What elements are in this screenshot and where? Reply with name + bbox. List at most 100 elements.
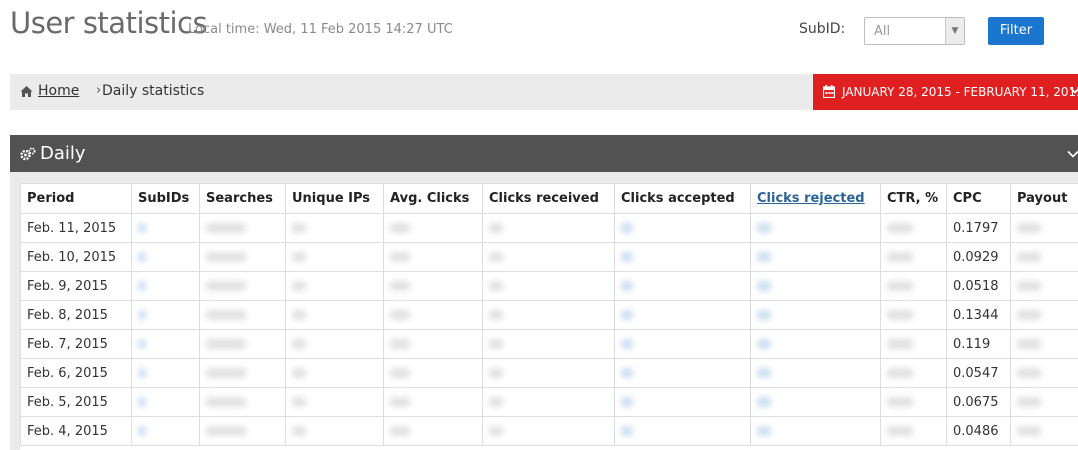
table-row: Feb. 9, 2015 0.0518	[20, 271, 1078, 301]
redacted-value	[757, 223, 771, 233]
redacted-value	[887, 281, 913, 291]
cell-redacted	[199, 271, 286, 301]
cell-redacted	[482, 271, 615, 301]
redacted-value	[292, 368, 306, 378]
cell-cpc: 0.0486	[946, 416, 1011, 446]
breadcrumb-current: Daily statistics	[102, 83, 205, 99]
redacted-value	[887, 310, 913, 320]
cell-redacted	[880, 242, 947, 272]
cell-redacted	[482, 300, 615, 330]
cell-redacted	[880, 358, 947, 388]
cell-payout-redacted	[1010, 329, 1078, 359]
cell-payout-redacted	[1010, 300, 1078, 330]
cell-redacted	[383, 300, 483, 330]
cell-redacted	[482, 387, 615, 417]
cell-cpc: 0.1344	[946, 300, 1011, 330]
redacted-value	[1017, 281, 1041, 291]
redacted-value	[621, 252, 633, 262]
cell-redacted	[285, 387, 384, 417]
redacted-value	[621, 397, 633, 407]
cell-redacted	[131, 329, 200, 359]
cell-redacted	[383, 271, 483, 301]
cell-redacted	[750, 271, 881, 301]
redacted-value	[489, 397, 503, 407]
calendar-icon	[823, 85, 835, 98]
redacted-value	[1017, 252, 1041, 262]
caret-down-icon: ▼	[945, 18, 964, 44]
cell-redacted	[880, 213, 947, 243]
redacted-value	[887, 252, 913, 262]
cell-redacted	[285, 271, 384, 301]
redacted-value	[757, 339, 771, 349]
date-range-picker[interactable]: JANUARY 28, 2015 - FEBRUARY 11, 2015	[813, 74, 1078, 110]
redacted-value	[621, 281, 633, 291]
cell-redacted	[880, 387, 947, 417]
table-row: Feb. 7, 2015 0.119	[20, 329, 1078, 359]
cell-redacted	[614, 242, 751, 272]
redacted-value	[757, 310, 771, 320]
cell-cpc: 0.1797	[946, 213, 1011, 243]
cell-redacted	[131, 242, 200, 272]
cell-period: Feb. 5, 2015	[20, 387, 132, 417]
page-title: User statistics	[10, 6, 208, 40]
cell-redacted	[383, 329, 483, 359]
column-header-clicks-rejected-link[interactable]: Clicks rejected	[750, 183, 881, 214]
cell-period: Feb. 11, 2015	[20, 213, 132, 243]
column-header-clicks-accepted: Clicks accepted	[614, 183, 751, 214]
redacted-value	[292, 252, 306, 262]
redacted-value	[1017, 426, 1041, 436]
table-row: Feb. 4, 2015 0.0486	[20, 416, 1078, 446]
breadcrumb-home-link[interactable]: Home	[38, 83, 79, 99]
cell-cpc: 0.0518	[946, 271, 1011, 301]
subid-select[interactable]: All ▼	[864, 17, 965, 45]
redacted-value	[887, 339, 913, 349]
redacted-value	[292, 397, 306, 407]
redacted-value	[621, 368, 633, 378]
cell-redacted	[614, 271, 751, 301]
cell-redacted	[285, 213, 384, 243]
cogs-icon	[20, 147, 36, 161]
chevron-down-icon	[1070, 87, 1078, 94]
column-header-subids: SubIDs	[131, 183, 200, 214]
redacted-value	[138, 397, 146, 407]
cell-redacted	[199, 416, 286, 446]
panel-collapse-icon[interactable]	[1067, 150, 1078, 158]
cell-redacted	[614, 213, 751, 243]
column-header-period: Period	[20, 183, 132, 214]
redacted-value	[206, 397, 246, 407]
redacted-value	[138, 368, 146, 378]
cell-redacted	[383, 358, 483, 388]
cell-cpc: 0.0675	[946, 387, 1011, 417]
cell-redacted	[614, 387, 751, 417]
redacted-value	[1017, 397, 1041, 407]
redacted-value	[292, 339, 306, 349]
cell-redacted	[750, 300, 881, 330]
redacted-value	[621, 426, 633, 436]
redacted-value	[1017, 368, 1041, 378]
cell-payout-redacted	[1010, 271, 1078, 301]
home-icon	[20, 86, 33, 97]
redacted-value	[138, 252, 146, 262]
cell-redacted	[383, 416, 483, 446]
redacted-value	[138, 310, 146, 320]
cell-redacted	[880, 329, 947, 359]
cell-cpc: 0.0547	[946, 358, 1011, 388]
cell-redacted	[880, 300, 947, 330]
cell-redacted	[131, 300, 200, 330]
cell-redacted	[285, 300, 384, 330]
redacted-value	[206, 281, 246, 291]
filter-button[interactable]: Filter	[988, 17, 1044, 45]
cell-redacted	[383, 387, 483, 417]
cell-redacted	[614, 329, 751, 359]
redacted-value	[887, 368, 913, 378]
redacted-value	[489, 310, 503, 320]
cell-redacted	[131, 358, 200, 388]
local-time: Local time: Wed, 11 Feb 2015 14:27 UTC	[188, 22, 453, 37]
cell-period: Feb. 4, 2015	[20, 416, 132, 446]
cell-redacted	[750, 213, 881, 243]
column-header-avg-clicks: Avg. Clicks	[383, 183, 483, 214]
redacted-value	[1017, 310, 1041, 320]
cell-redacted	[383, 213, 483, 243]
cell-redacted	[199, 358, 286, 388]
cell-redacted	[750, 387, 881, 417]
